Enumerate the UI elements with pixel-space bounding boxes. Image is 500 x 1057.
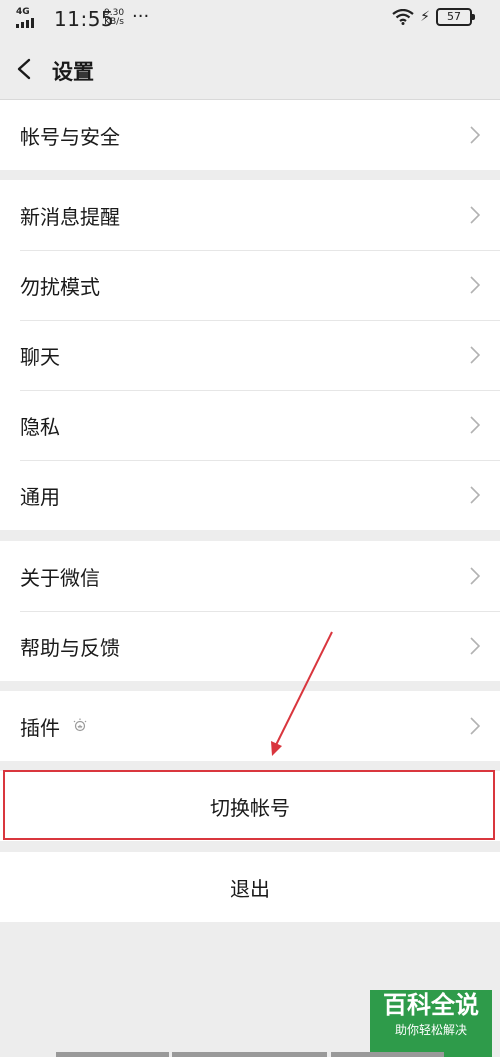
settings-group-about: 关于微信 帮助与反馈 — [0, 541, 500, 681]
chevron-right-icon — [470, 717, 480, 735]
menu-item-label: 通用 — [20, 484, 60, 509]
highlight-box — [3, 770, 495, 840]
watermark-subtitle: 助你轻松解决 — [394, 1023, 467, 1037]
menu-item-label: 聊天 — [20, 344, 60, 369]
battery-icon: 57 — [436, 8, 475, 26]
menu-item-chats[interactable]: 聊天 — [0, 320, 500, 390]
chevron-right-icon — [470, 276, 480, 294]
menu-item-about-wechat[interactable]: 关于微信 — [0, 541, 500, 611]
charging-icon: ⚡ — [420, 9, 430, 25]
menu-item-privacy[interactable]: 隐私 — [0, 390, 500, 460]
menu-item-general[interactable]: 通用 — [0, 460, 500, 530]
settings-group-plugins: 插件 — [0, 691, 500, 761]
chevron-right-icon — [470, 126, 480, 144]
chevron-right-icon — [470, 346, 480, 364]
menu-item-account-security[interactable]: 帐号与安全 — [0, 100, 500, 170]
menu-item-label: 新消息提醒 — [20, 204, 120, 229]
menu-item-do-not-disturb[interactable]: 勿扰模式 — [0, 250, 500, 320]
logout-label: 退出 — [230, 877, 270, 901]
chevron-right-icon — [470, 637, 480, 655]
menu-item-label: 关于微信 — [20, 565, 100, 590]
chevron-right-icon — [470, 567, 480, 585]
chevron-right-icon — [470, 416, 480, 434]
signal-icon — [16, 18, 34, 28]
menu-item-plugins[interactable]: 插件 — [0, 691, 500, 761]
menu-item-label: 帐号与安全 — [20, 124, 120, 149]
status-bar: 4G 11:55 9.30 KB/s ··· ⚡ 57 — [0, 0, 500, 40]
menu-item-label: 勿扰模式 — [20, 274, 100, 299]
watermark-title: 百科全说 — [370, 990, 492, 1020]
menu-item-new-message-alerts[interactable]: 新消息提醒 — [0, 180, 500, 250]
menu-item-label: 隐私 — [20, 414, 60, 439]
chevron-right-icon — [470, 206, 480, 224]
chevron-right-icon — [470, 486, 480, 504]
network-type: 4G — [16, 7, 30, 17]
navigation-bar: 设置 — [0, 40, 500, 100]
settings-group-general: 新消息提醒 勿扰模式 聊天 隐私 通用 — [0, 180, 500, 530]
wifi-icon — [392, 9, 414, 25]
network-speed: 9.30 KB/s — [104, 9, 124, 27]
lightbulb-icon — [73, 718, 87, 732]
network-speed-unit: KB/s — [104, 17, 124, 27]
logout-button[interactable]: 退出 — [0, 852, 500, 922]
menu-item-label: 插件 — [20, 715, 60, 740]
page-title: 设置 — [52, 60, 94, 84]
bottom-divider — [331, 1052, 444, 1057]
settings-group-account: 帐号与安全 — [0, 100, 500, 170]
back-arrow-icon[interactable] — [14, 58, 36, 80]
menu-item-help-feedback[interactable]: 帮助与反馈 — [0, 611, 500, 681]
menu-item-label: 帮助与反馈 — [20, 635, 120, 660]
bottom-divider — [172, 1052, 327, 1057]
bottom-divider — [56, 1052, 169, 1057]
more-notifications-icon: ··· — [132, 6, 150, 27]
